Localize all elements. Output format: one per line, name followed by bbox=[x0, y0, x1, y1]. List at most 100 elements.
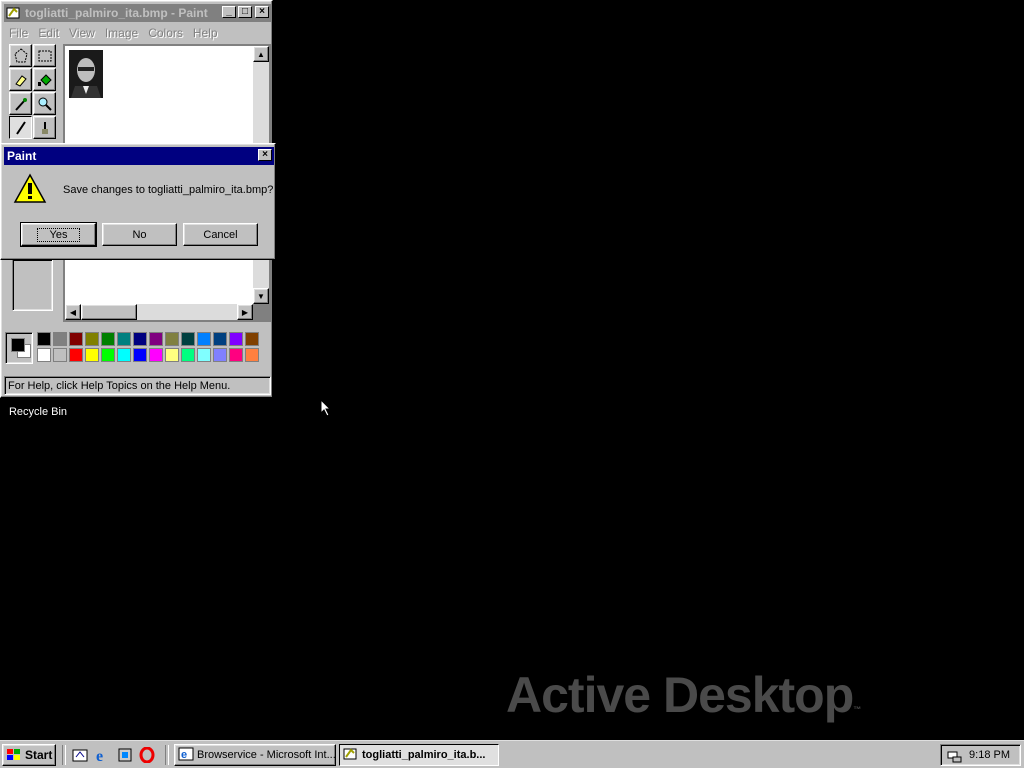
warning-icon bbox=[13, 173, 47, 205]
internet-explorer-icon[interactable]: e bbox=[95, 747, 111, 765]
channels-icon[interactable] bbox=[117, 747, 133, 763]
palette-swatch[interactable] bbox=[245, 348, 259, 362]
close-button[interactable]: × bbox=[255, 6, 269, 18]
palette-swatch[interactable] bbox=[117, 332, 131, 346]
paint-window-title: togliatti_palmiro_ita.bmp - Paint bbox=[25, 6, 208, 20]
palette-swatch[interactable] bbox=[149, 332, 163, 346]
magnifier-tool-icon[interactable] bbox=[33, 92, 56, 115]
portrait-image bbox=[69, 50, 103, 98]
palette-swatch[interactable] bbox=[69, 332, 83, 346]
menu-help[interactable]: Help bbox=[188, 26, 223, 40]
start-button[interactable]: Start bbox=[2, 744, 56, 766]
task-paint[interactable]: togliatti_palmiro_ita.b... bbox=[339, 744, 499, 766]
palette-swatch[interactable] bbox=[149, 348, 163, 362]
quicklaunch-separator bbox=[62, 745, 66, 765]
palette-swatch[interactable] bbox=[229, 332, 243, 346]
palette-swatch[interactable] bbox=[85, 332, 99, 346]
palette-swatch[interactable] bbox=[101, 332, 115, 346]
menu-colors[interactable]: Colors bbox=[143, 26, 188, 40]
color-palette bbox=[5, 332, 260, 364]
yes-button-label: Yes bbox=[36, 227, 81, 242]
status-bar: For Help, click Help Topics on the Help … bbox=[4, 376, 271, 395]
yes-button[interactable]: Yes bbox=[20, 222, 97, 247]
fill-tool-icon[interactable] bbox=[33, 68, 56, 91]
palette-swatch[interactable] bbox=[53, 332, 67, 346]
rect-select-tool-icon[interactable] bbox=[33, 44, 56, 67]
palette-swatch[interactable] bbox=[69, 348, 83, 362]
palette-swatch[interactable] bbox=[245, 332, 259, 346]
scroll-right-icon[interactable]: ▶ bbox=[237, 304, 253, 320]
palette-swatch[interactable] bbox=[197, 332, 211, 346]
recycle-bin-label: Recycle Bin bbox=[8, 406, 68, 418]
taskbar: Start e e Browservice - Microsoft Int...… bbox=[0, 740, 1024, 768]
palette-swatch[interactable] bbox=[181, 332, 195, 346]
mouse-cursor-icon bbox=[320, 398, 332, 420]
palette-swatch[interactable] bbox=[133, 348, 147, 362]
canvas-lower-area[interactable] bbox=[65, 259, 253, 304]
menu-view[interactable]: View bbox=[64, 26, 100, 40]
windows-logo-icon bbox=[6, 748, 22, 762]
watermark-mark: ™ bbox=[853, 705, 861, 714]
palette-swatch[interactable] bbox=[133, 332, 147, 346]
tasks-separator bbox=[165, 745, 169, 765]
palette-swatch[interactable] bbox=[85, 348, 99, 362]
ie-task-icon: e bbox=[178, 746, 194, 765]
cancel-button[interactable]: Cancel bbox=[183, 223, 258, 246]
dialog-close-button[interactable]: × bbox=[258, 149, 272, 161]
palette-swatch[interactable] bbox=[213, 348, 227, 362]
menu-edit[interactable]: Edit bbox=[33, 26, 64, 40]
palette-swatch[interactable] bbox=[53, 348, 67, 362]
scroll-thumb[interactable] bbox=[81, 304, 137, 320]
tool-options-panel[interactable] bbox=[12, 259, 53, 311]
svg-text:e: e bbox=[181, 749, 187, 761]
dialog-message: Save changes to togliatti_palmiro_ita.bm… bbox=[63, 184, 274, 196]
task-paint-label: togliatti_palmiro_ita.b... bbox=[362, 749, 486, 761]
status-text: For Help, click Help Topics on the Help … bbox=[8, 379, 231, 392]
palette-swatch[interactable] bbox=[37, 332, 51, 346]
brush-tool-icon[interactable] bbox=[33, 116, 56, 139]
scroll-left-icon[interactable]: ◀ bbox=[65, 304, 81, 320]
palette-swatch[interactable] bbox=[165, 332, 179, 346]
palette-swatch[interactable] bbox=[37, 348, 51, 362]
current-colors bbox=[5, 332, 33, 364]
opera-icon[interactable] bbox=[139, 746, 155, 764]
palette-swatch[interactable] bbox=[101, 348, 115, 362]
save-changes-dialog: Paint × Save changes to togliatti_palmir… bbox=[0, 143, 276, 260]
recycle-bin-icon[interactable]: Recycle Bin bbox=[0, 396, 76, 418]
pick-color-tool-icon[interactable] bbox=[9, 92, 32, 115]
palette-swatch[interactable] bbox=[229, 348, 243, 362]
start-label: Start bbox=[25, 748, 53, 762]
eraser-tool-icon[interactable] bbox=[9, 68, 32, 91]
palette-swatch[interactable] bbox=[197, 348, 211, 362]
palette-swatch[interactable] bbox=[213, 332, 227, 346]
menu-file[interactable]: File bbox=[4, 26, 33, 40]
horizontal-scrollbar[interactable]: ◀ ▶ bbox=[65, 304, 253, 320]
palette-swatch[interactable] bbox=[117, 348, 131, 362]
palette-swatch[interactable] bbox=[181, 348, 195, 362]
network-icon[interactable] bbox=[946, 748, 962, 767]
paint-title-bar[interactable]: togliatti_palmiro_ita.bmp - Paint _ □ × bbox=[4, 4, 271, 22]
system-tray: 9:18 PM bbox=[940, 744, 1021, 766]
maximize-button[interactable]: □ bbox=[238, 6, 252, 18]
palette-swatch[interactable] bbox=[165, 348, 179, 362]
scroll-down-icon[interactable]: ▼ bbox=[253, 288, 269, 304]
clock[interactable]: 9:18 PM bbox=[969, 749, 1010, 761]
dialog-title: Paint bbox=[7, 149, 37, 163]
paint-app-icon bbox=[6, 6, 22, 20]
free-select-tool-icon[interactable] bbox=[9, 44, 32, 67]
scroll-up-icon[interactable]: ▲ bbox=[253, 46, 269, 62]
toolbox bbox=[7, 44, 59, 144]
active-desktop-watermark: Active Desktop™ bbox=[506, 666, 861, 724]
minimize-button[interactable]: _ bbox=[222, 6, 236, 18]
watermark-text: Active Desktop bbox=[506, 667, 854, 723]
menu-bar: File Edit View Image Colors Help bbox=[4, 23, 271, 42]
no-button[interactable]: No bbox=[102, 223, 177, 246]
pencil-tool-icon[interactable] bbox=[9, 116, 32, 139]
svg-text:e: e bbox=[96, 748, 103, 763]
menu-image[interactable]: Image bbox=[100, 26, 143, 40]
task-browservice[interactable]: e Browservice - Microsoft Int... bbox=[174, 744, 336, 766]
dialog-title-bar[interactable]: Paint × bbox=[4, 147, 274, 165]
show-desktop-icon[interactable] bbox=[72, 747, 88, 763]
task-browservice-label: Browservice - Microsoft Int... bbox=[197, 749, 336, 761]
drawing-canvas[interactable] bbox=[65, 46, 253, 143]
